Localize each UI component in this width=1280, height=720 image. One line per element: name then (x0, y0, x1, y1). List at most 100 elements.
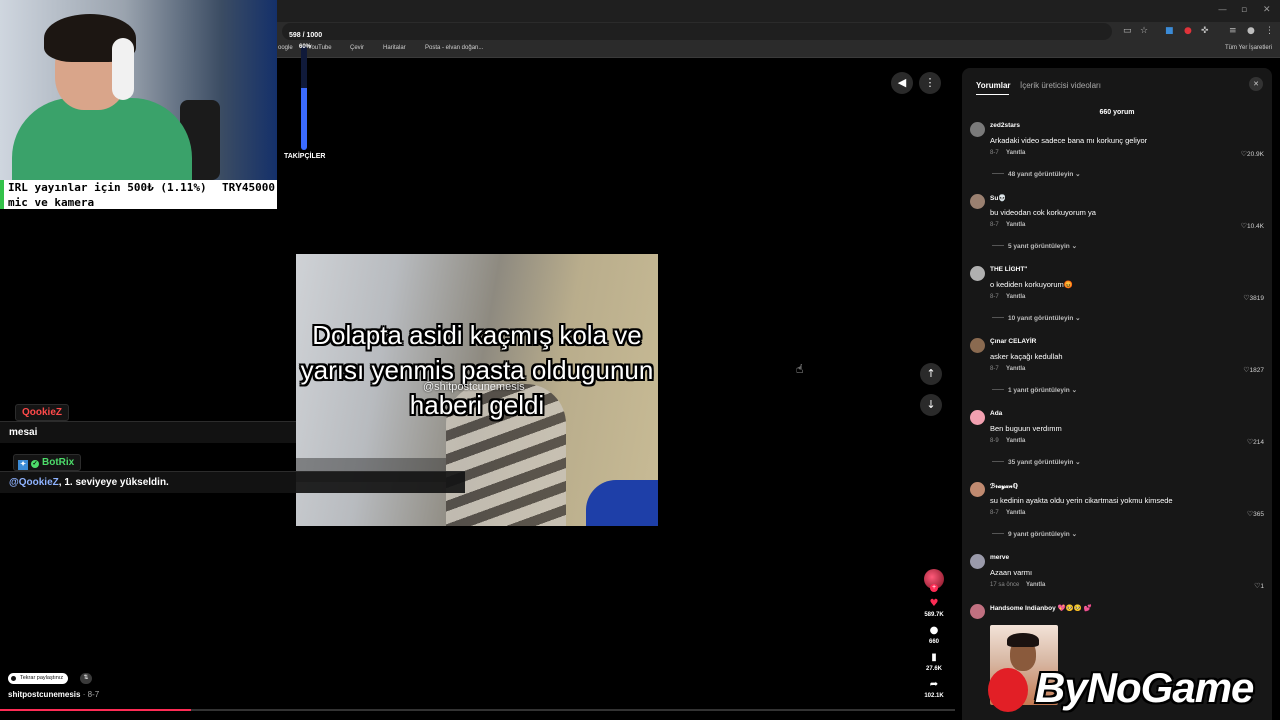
comment-like[interactable]: ♡10.4K (1241, 222, 1264, 230)
follower-percent: 60% (299, 44, 312, 50)
view-replies-button[interactable]: 1 yanıt görüntüleyin ⌄ (992, 386, 1077, 394)
share-count: 102.1K (924, 693, 944, 699)
reply-button[interactable]: Yanıtla (1006, 294, 1025, 300)
comment-avatar[interactable] (970, 266, 985, 281)
address-bar[interactable] (282, 23, 1112, 40)
reply-button[interactable]: Yanıtla (1006, 510, 1025, 516)
bynogame-logo: ByNoGame (985, 660, 1280, 720)
comment-avatar[interactable] (970, 122, 985, 137)
prev-video-arrow-icon[interactable]: ↑ (920, 363, 942, 385)
chevron-down-icon: ⌄ (1073, 315, 1081, 322)
comment-username[interactable]: Handsome Indianboy 💖🥺🥺 💕 (990, 604, 1092, 612)
chat-bot-message-row: @QookieZ, 1. seviyeye yükseldin. (0, 471, 465, 493)
video-progress-bar[interactable] (0, 709, 955, 711)
donation-amount: TRY45000 (222, 181, 275, 194)
tab-creator-videos[interactable]: İçerik üreticisi videoları (1020, 81, 1101, 90)
comment-username[interactable]: zed2stars (990, 122, 1020, 129)
more-vert-icon[interactable]: ⋮ (1265, 26, 1274, 36)
comment-like-count: 20.9K (1247, 151, 1264, 158)
follower-label: TAKİPÇİLER (284, 153, 326, 160)
reply-button[interactable]: Yanıtla (1006, 366, 1025, 372)
maximize-icon[interactable]: ▫ (1241, 5, 1247, 15)
reply-button[interactable]: Yanıtla (1006, 222, 1025, 228)
comment-avatar[interactable] (970, 554, 985, 569)
view-replies-button[interactable]: 35 yanıt görüntüleyin ⌄ (992, 458, 1081, 466)
repost-badge[interactable]: Tekrar paylaştınız (8, 673, 69, 684)
comment-like[interactable]: ♡365 (1247, 510, 1264, 518)
comment-username[interactable]: Su💀 (990, 194, 1006, 202)
comment-total: 660 yorum (1099, 109, 1135, 116)
menu-lines-icon[interactable]: ≡ (1229, 26, 1237, 36)
bot-badge-icon: ✦ (18, 460, 28, 470)
comment-avatar[interactable] (970, 604, 985, 619)
share-arrow-icon[interactable]: ➦ (922, 679, 946, 690)
view-replies-label: 5 yanıt görüntüleyin (1008, 243, 1070, 250)
chevron-down-icon: ⌄ (1069, 531, 1078, 538)
bookmark-google[interactable]: oogle (278, 45, 293, 51)
cast-icon[interactable]: ▭ (1123, 26, 1132, 36)
bookmark-maps[interactable]: Haritalar (383, 45, 406, 51)
bot-name: BotRix (42, 457, 75, 468)
author-name: shitpostcunemesis (8, 690, 81, 699)
comment-avatar[interactable] (970, 410, 985, 425)
comment-icon[interactable]: ● (922, 625, 946, 636)
comment-avatar[interactable] (970, 338, 985, 353)
view-replies-button[interactable]: 48 yanıt görüntüleyin ⌄ (992, 170, 1081, 178)
more-options-icon[interactable]: ⋮ (919, 72, 941, 94)
profile-avatar-icon[interactable]: ● (1247, 26, 1255, 36)
extension-icon[interactable]: ■ (1165, 26, 1174, 36)
repost-label: Tekrar paylaştınız (20, 675, 64, 681)
comment-username[interactable]: merve (990, 554, 1009, 561)
close-icon[interactable]: ✕ (1249, 77, 1263, 91)
repost-icon (11, 676, 16, 681)
donation-goal: IRL yayınlar için 500₺ (1.11%) TRY45000 … (0, 180, 277, 209)
next-video-arrow-icon[interactable]: ↓ (920, 394, 942, 416)
reply-button[interactable]: Yanıtla (1026, 582, 1045, 588)
follow-plus-icon[interactable]: + (930, 584, 938, 592)
bookmark-translate[interactable]: Çevir (350, 45, 364, 51)
video-date: · 8-7 (80, 690, 100, 699)
view-replies-label: 35 yanıt görüntüleyin (1008, 459, 1074, 466)
comment-avatar[interactable] (970, 194, 985, 209)
window-close-icon[interactable]: ✕ (1263, 5, 1271, 15)
like-heart-icon[interactable]: ♥ (922, 598, 946, 609)
comment-username[interactable]: ℬ𝓇𝒶𝓎𝒶𝓃ℚ (990, 482, 1018, 491)
comment-text: o kediden korkuyorum😡 (990, 280, 1074, 289)
comment-text: Azaan varmı (990, 568, 1033, 577)
comment-username[interactable]: Çınar CELAYİR (990, 338, 1036, 345)
chat-bot-message: , 1. seviyeye yükseldin. (58, 477, 169, 488)
chat-username: QookieZ (15, 404, 70, 421)
tab-comments[interactable]: Yorumlar (976, 81, 1011, 90)
bookmark-star-icon[interactable]: ☆ (1140, 26, 1148, 36)
comments-panel: Yorumlar İçerik üreticisi videoları ✕ 66… (962, 68, 1272, 720)
comment-username[interactable]: Ada (990, 410, 1002, 417)
logo-text: ByNoGame (1035, 664, 1254, 711)
all-bookmarks[interactable]: Tüm Yer İşaretleri (1225, 45, 1272, 51)
comment-like[interactable]: ♡214 (1247, 438, 1264, 446)
minimize-icon[interactable]: — (1218, 5, 1227, 15)
repost-share-icon[interactable]: ⇅ (80, 673, 92, 684)
bookmark-save-icon[interactable]: ▮ (922, 652, 946, 663)
view-replies-button[interactable]: 5 yanıt görüntüleyin ⌄ (992, 242, 1077, 250)
comment-avatar[interactable] (970, 482, 985, 497)
video-author[interactable]: shitpostcunemesis · 8-7 (8, 690, 99, 699)
extension-red-icon[interactable]: ● (1184, 26, 1192, 36)
donation-subtext: mic ve kamera (8, 196, 95, 209)
comment-date: 8-7 (990, 366, 999, 372)
comment-username[interactable]: THE LİGHT" (990, 266, 1027, 273)
comment-like[interactable]: ♡20.9K (1241, 150, 1264, 158)
volume-icon[interactable]: ◀ (891, 72, 913, 94)
comment-like[interactable]: ♡1 (1254, 582, 1264, 590)
donation-text: IRL yayınlar için 500₺ (1.11%) (8, 181, 207, 194)
view-replies-button[interactable]: 10 yanıt görüntüleyin ⌄ (992, 314, 1081, 322)
video-watermark: @shitpostcunemesis (423, 381, 525, 393)
comment-like[interactable]: ♡3819 (1243, 294, 1264, 302)
view-replies-button[interactable]: 9 yanıt görüntüleyin ⌄ (992, 530, 1077, 538)
bookmark-youtube[interactable]: YouTube (308, 45, 332, 51)
reply-button[interactable]: Yanıtla (1006, 438, 1025, 444)
puzzle-icon[interactable]: ✜ (1201, 26, 1209, 36)
reply-button[interactable]: Yanıtla (1006, 150, 1025, 156)
bookmark-mail[interactable]: Posta - elvan doğan... (425, 45, 483, 51)
comment-like[interactable]: ♡1827 (1243, 366, 1264, 374)
chat-message-row: mesai (0, 421, 296, 443)
